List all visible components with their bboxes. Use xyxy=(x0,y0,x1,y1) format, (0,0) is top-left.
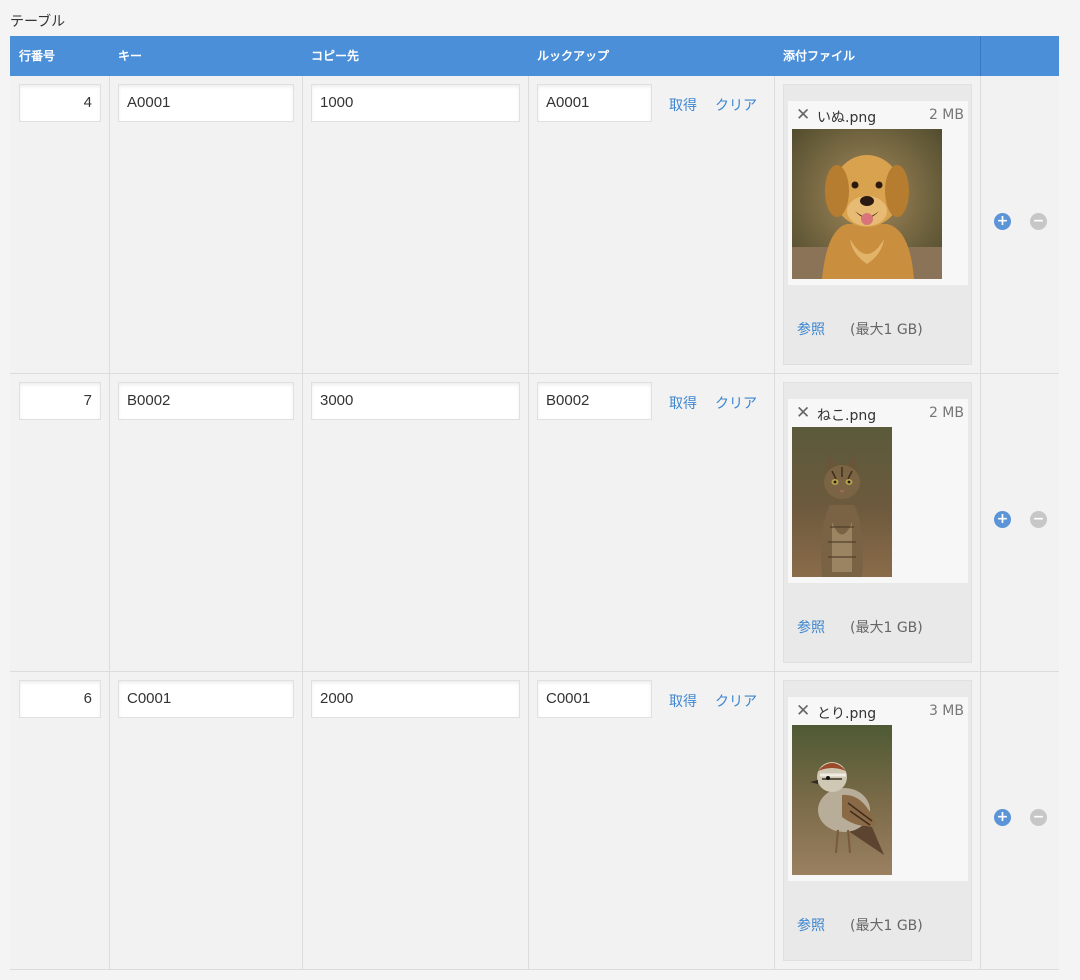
remove-row-button[interactable]: − xyxy=(1030,213,1047,230)
header-attachment: 添付ファイル xyxy=(783,49,856,63)
max-size-note: (最大1 GB) xyxy=(850,620,923,636)
attachment-box: ✕ いぬ.png 2 MB 参照 (最大1 GB) xyxy=(783,84,972,365)
header-copy-to: コピー先 xyxy=(311,49,360,63)
header-lookup: ルックアップ xyxy=(537,49,610,63)
remove-row-button[interactable]: − xyxy=(1030,511,1047,528)
max-size-note: (最大1 GB) xyxy=(850,322,923,338)
file-size: 2 MB xyxy=(928,107,964,123)
table-title: テーブル xyxy=(10,14,66,30)
remove-file-icon[interactable]: ✕ xyxy=(796,702,810,720)
column-divider xyxy=(109,76,110,373)
column-divider xyxy=(774,76,775,373)
column-divider xyxy=(774,672,775,969)
remove-file-icon[interactable]: ✕ xyxy=(796,106,810,124)
column-divider xyxy=(528,76,529,373)
column-divider xyxy=(528,374,529,671)
browse-link[interactable]: 参照 xyxy=(797,617,825,637)
key-field[interactable]: A0001 xyxy=(118,84,294,122)
lookup-fetch-link[interactable]: 取得 xyxy=(669,95,697,115)
header-divider xyxy=(980,36,981,76)
table-row: 6 C0001 2000 C0001 取得 クリア ✕ とり.png 3 MB xyxy=(10,672,1059,970)
bird-thumbnail[interactable] xyxy=(792,725,892,875)
remove-row-button[interactable]: − xyxy=(1030,809,1047,826)
file-name[interactable]: ねこ.png xyxy=(817,405,876,425)
attached-file: ✕ とり.png 3 MB xyxy=(788,697,968,881)
file-size: 3 MB xyxy=(928,703,964,719)
column-divider xyxy=(980,374,981,671)
file-name[interactable]: とり.png xyxy=(817,703,876,723)
copy-to-field[interactable]: 1000 xyxy=(311,84,520,122)
lookup-field[interactable]: C0001 xyxy=(537,680,652,718)
browse-link[interactable]: 参照 xyxy=(797,915,825,935)
table-row: 7 B0002 3000 B0002 取得 クリア ✕ ねこ.png 2 MB xyxy=(10,374,1059,672)
lookup-field[interactable]: B0002 xyxy=(537,382,652,420)
lookup-clear-link[interactable]: クリア xyxy=(715,393,757,413)
remove-file-icon[interactable]: ✕ xyxy=(796,404,810,422)
column-divider xyxy=(980,672,981,969)
copy-to-field[interactable]: 2000 xyxy=(311,680,520,718)
browse-link[interactable]: 参照 xyxy=(797,319,825,339)
lookup-field[interactable]: A0001 xyxy=(537,84,652,122)
column-divider xyxy=(109,374,110,671)
attachment-box: ✕ とり.png 3 MB 参照 (最大1 GB) xyxy=(783,680,972,961)
header-key: キー xyxy=(118,49,143,63)
column-divider xyxy=(528,672,529,969)
row-number-field[interactable]: 6 xyxy=(19,680,101,718)
table-header: 行番号 キー コピー先 ルックアップ 添付ファイル xyxy=(10,36,1059,76)
add-row-button[interactable]: + xyxy=(994,809,1011,826)
row-number-field[interactable]: 7 xyxy=(19,382,101,420)
column-divider xyxy=(302,672,303,969)
subtable: 行番号 キー コピー先 ルックアップ 添付ファイル 4 A0001 1000 A… xyxy=(10,36,1059,970)
attached-file: ✕ いぬ.png 2 MB xyxy=(788,101,968,285)
column-divider xyxy=(980,76,981,373)
row-number-field[interactable]: 4 xyxy=(19,84,101,122)
attached-file: ✕ ねこ.png 2 MB xyxy=(788,399,968,583)
column-divider xyxy=(302,374,303,671)
lookup-fetch-link[interactable]: 取得 xyxy=(669,691,697,711)
lookup-clear-link[interactable]: クリア xyxy=(715,691,757,711)
lookup-clear-link[interactable]: クリア xyxy=(715,95,757,115)
max-size-note: (最大1 GB) xyxy=(850,918,923,934)
copy-to-field[interactable]: 3000 xyxy=(311,382,520,420)
column-divider xyxy=(774,374,775,671)
attachment-box: ✕ ねこ.png 2 MB 参照 (最大1 GB) xyxy=(783,382,972,663)
cat-thumbnail[interactable] xyxy=(792,427,892,577)
key-field[interactable]: B0002 xyxy=(118,382,294,420)
column-divider xyxy=(109,672,110,969)
table-row: 4 A0001 1000 A0001 取得 クリア ✕ いぬ.png 2 MB xyxy=(10,76,1059,374)
file-name[interactable]: いぬ.png xyxy=(817,107,876,127)
add-row-button[interactable]: + xyxy=(994,511,1011,528)
header-row-number: 行番号 xyxy=(19,49,56,63)
lookup-fetch-link[interactable]: 取得 xyxy=(669,393,697,413)
add-row-button[interactable]: + xyxy=(994,213,1011,230)
column-divider xyxy=(302,76,303,373)
file-size: 2 MB xyxy=(928,405,964,421)
dog-thumbnail[interactable] xyxy=(792,129,942,279)
key-field[interactable]: C0001 xyxy=(118,680,294,718)
